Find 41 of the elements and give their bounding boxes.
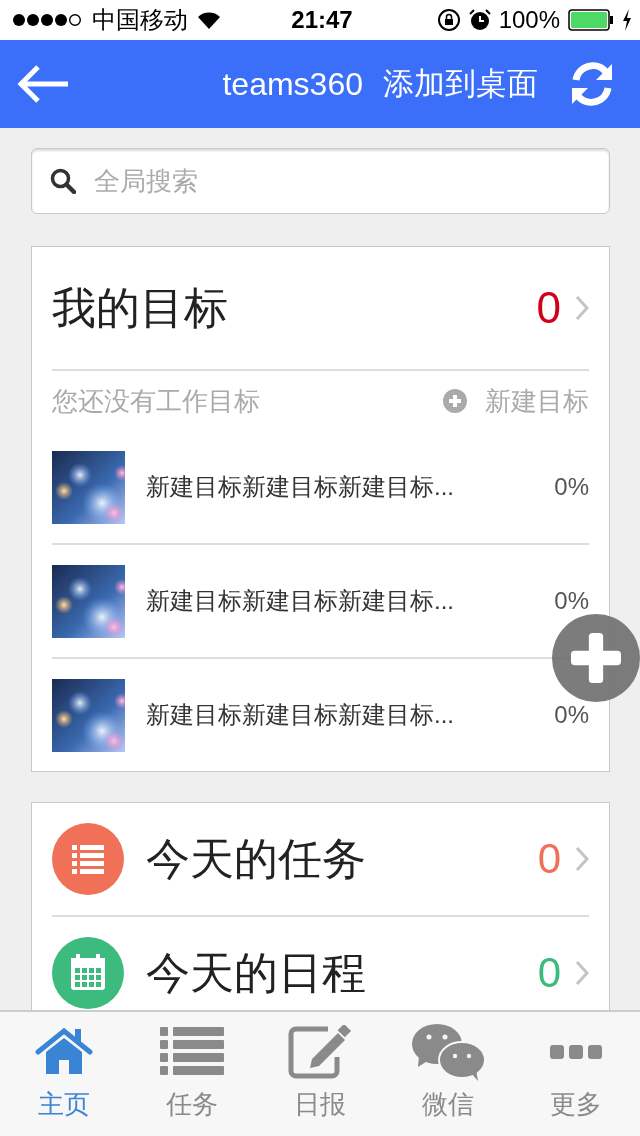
- add-to-desktop-link[interactable]: 添加到桌面: [383, 63, 538, 105]
- list-icon: [52, 823, 124, 895]
- app-title: teams360: [222, 65, 363, 103]
- chat-bubbles-icon: [411, 1023, 485, 1081]
- goal-title[interactable]: 新建目标新建目标新建目标...: [146, 701, 454, 729]
- edit-icon: [288, 1025, 352, 1079]
- list-icon: [160, 1027, 224, 1077]
- empty-message: 您还没有工作目标: [52, 384, 260, 418]
- tab-item[interactable]: 主页: [0, 1012, 128, 1136]
- charging-icon: [622, 9, 632, 31]
- carrier-name: 中国移动: [92, 5, 188, 35]
- back-button[interactable]: [16, 64, 70, 104]
- summary-label[interactable]: 今天的日程: [146, 948, 366, 998]
- new-goal-button[interactable]: 新建目标: [443, 383, 589, 419]
- battery-icon: [568, 9, 614, 31]
- plus-circle-icon: [443, 389, 467, 413]
- alarm-icon: [468, 9, 491, 31]
- wifi-icon: [196, 11, 222, 29]
- chevron-icon: [575, 295, 589, 321]
- plus-icon: [571, 633, 621, 683]
- search-field[interactable]: 全局搜索: [31, 148, 610, 214]
- rotation-lock-icon: [436, 8, 461, 32]
- section-title: 我的目标: [52, 281, 229, 334]
- battery-percent: 100%: [498, 6, 560, 34]
- more-icon: [550, 1045, 602, 1059]
- chevron-icon: [575, 960, 589, 986]
- tab-item[interactable]: 日报: [256, 1012, 384, 1136]
- summary-label[interactable]: 今天的任务: [146, 834, 366, 884]
- goal-title[interactable]: 新建目标新建目标新建目标...: [146, 473, 454, 501]
- summary-count: 0: [537, 835, 561, 883]
- clock-time: 21:47: [291, 6, 353, 34]
- goal-count: 0: [536, 283, 561, 333]
- goal-title[interactable]: 新建目标新建目标新建目标...: [146, 587, 454, 615]
- summary-count: 0: [537, 949, 561, 997]
- home-icon: [35, 1028, 93, 1076]
- search-icon: [50, 168, 76, 194]
- tab-item[interactable]: 任务: [128, 1012, 256, 1136]
- tab-item[interactable]: 微信: [384, 1012, 512, 1136]
- signal-icon: [12, 13, 84, 27]
- chevron-icon: [575, 846, 589, 872]
- tab-item[interactable]: 更多: [512, 1012, 640, 1136]
